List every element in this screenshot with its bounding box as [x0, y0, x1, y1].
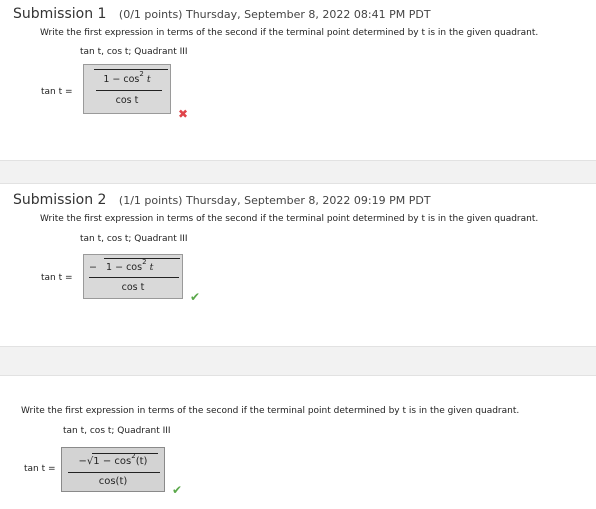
submission-2-given: tan t, cos t; Quadrant III: [80, 234, 188, 244]
final-radical-bar: [92, 453, 158, 454]
final-given: tan t, cos t; Quadrant III: [63, 426, 171, 436]
submission-1-lhs: tan t =: [41, 87, 73, 97]
final-fraction-bar: [68, 472, 160, 473]
submission-2-question: Write the first expression in terms of t…: [40, 214, 539, 224]
final-answer-box: −√1 − cos2(t) cos(t): [61, 447, 165, 492]
submission-1-meta: (0/1 points) Thursday, September 8, 2022…: [118, 8, 431, 21]
submission-1-given: tan t, cos t; Quadrant III: [80, 47, 188, 57]
submission-1-label: Submission 1: [13, 6, 107, 22]
submission-2-lhs: tan t =: [41, 273, 73, 283]
final-lhs: tan t =: [24, 464, 56, 474]
submission-2-answer-box: − 1 − cos2 t cos t: [83, 254, 183, 299]
submission-1-card: Submission 1 (0/1 points) Thursday, Sept…: [0, 0, 596, 160]
submission-1-radical-bar: [94, 69, 168, 70]
final-denominator: cos(t): [98, 476, 128, 487]
final-answer-card: Write the first expression in terms of t…: [0, 376, 596, 509]
final-numerator: −√1 − cos2(t): [78, 452, 148, 467]
final-question: Write the first expression in terms of t…: [21, 406, 520, 416]
separator-1: [0, 160, 596, 184]
submission-1-numerator: 1 − cos2 t: [103, 70, 151, 85]
submission-1-denominator: cos t: [115, 95, 139, 106]
submission-1-answer-box: 1 − cos2 t cos t: [83, 64, 171, 114]
submission-2-meta: (1/1 points) Thursday, September 8, 2022…: [118, 194, 431, 207]
submission-1-fraction-bar: [96, 90, 162, 91]
submission-2-header: Submission 2 (1/1 points) Thursday, Sept…: [13, 192, 431, 208]
separator-2: [0, 346, 596, 376]
submission-2-numerator: − 1 − cos2 t: [89, 258, 154, 273]
final-correct-check-icon: ✔: [172, 483, 183, 497]
submission-2-label: Submission 2: [13, 192, 107, 208]
submission-2-card: Submission 2 (1/1 points) Thursday, Sept…: [0, 184, 596, 346]
submission-2-fraction-bar: [89, 277, 179, 278]
submission-2-denominator: cos t: [121, 282, 145, 293]
submission-1-header: Submission 1 (0/1 points) Thursday, Sept…: [13, 6, 431, 22]
correct-check-icon: ✔: [190, 290, 201, 304]
wrong-x-icon: ✖: [178, 107, 189, 121]
submission-1-question: Write the first expression in terms of t…: [40, 28, 539, 38]
